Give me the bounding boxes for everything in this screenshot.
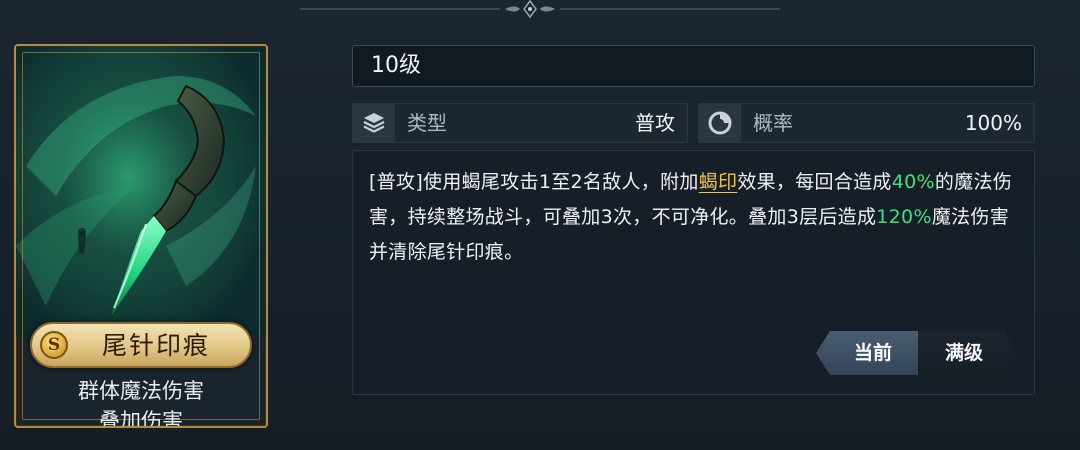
tab-label: 满级 xyxy=(944,342,983,364)
skill-name: 尾针印痕 xyxy=(101,331,210,360)
stat-label: 类型 xyxy=(407,111,447,135)
description-text: 效果，每回合造成 xyxy=(737,171,892,193)
scorpion-tail-artwork xyxy=(16,46,266,336)
skill-tag: 叠加伤害 xyxy=(99,409,183,428)
tab-label: 当前 xyxy=(853,342,892,364)
stat-value: 普攻 xyxy=(635,111,675,135)
max-level-tab[interactable]: 满级 xyxy=(918,331,1018,375)
stat-type: 类型 普攻 xyxy=(352,103,688,143)
skill-tag: 群体魔法伤害 xyxy=(78,379,204,403)
description-text: [普攻]使用蝎尾攻击1至2名敌人，附加 xyxy=(369,171,699,193)
level-bar: 10级 xyxy=(352,45,1035,87)
layers-icon xyxy=(353,104,395,142)
skill-name-plate: S 尾针印痕 xyxy=(30,322,252,368)
current-level-tab[interactable]: 当前 xyxy=(816,331,918,375)
skill-card[interactable]: S 尾针印痕 群体魔法伤害 叠加伤害 xyxy=(14,44,268,428)
damage-value: 40% xyxy=(891,171,935,193)
top-divider-ornament xyxy=(300,0,780,19)
skill-description: [普攻]使用蝎尾攻击1至2名敌人，附加蝎印效果，每回合造成40%的魔法伤害，持续… xyxy=(369,165,1024,270)
skill-level: 10级 xyxy=(371,53,421,78)
chance-pie-icon xyxy=(699,104,741,142)
keyword-link-scorpion-mark[interactable]: 蝎印 xyxy=(699,171,738,193)
skill-tags: 群体魔法伤害 叠加伤害 xyxy=(16,376,266,428)
stat-probability: 概率 100% xyxy=(698,103,1035,143)
stat-value: 100% xyxy=(964,111,1022,135)
damage-value: 120% xyxy=(876,206,932,228)
stat-label: 概率 xyxy=(753,111,793,135)
level-toggle: 当前 满级 xyxy=(816,331,1018,375)
grade-badge: S xyxy=(40,331,68,359)
